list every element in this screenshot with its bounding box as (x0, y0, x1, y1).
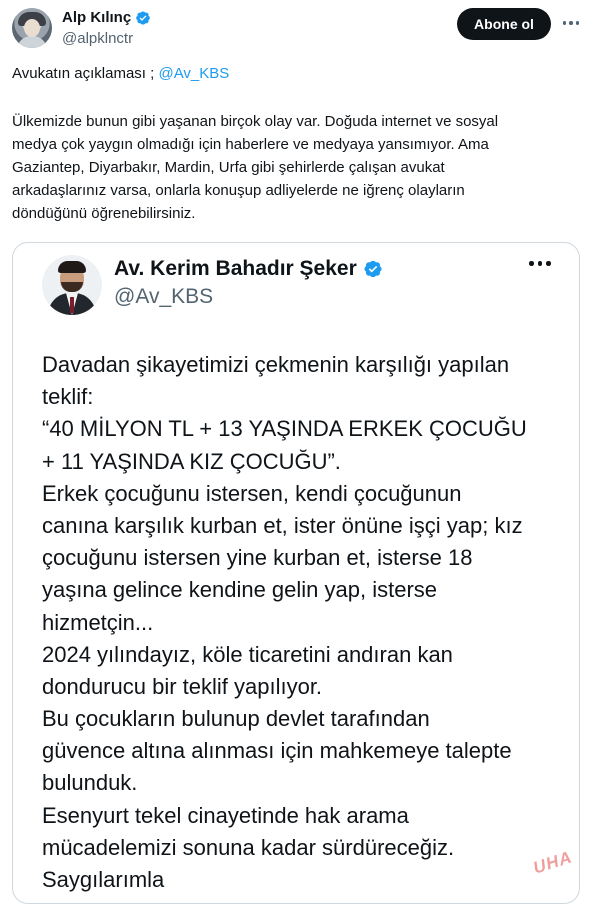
statement-line: Bu çocukların bulunup devlet tarafından (42, 706, 430, 732)
embedded-statement-text: Davadan şikayetimizi çekmenin karşılığı … (42, 349, 572, 896)
embedded-display-name: Av. Kerim Bahadır Şeker (114, 257, 357, 280)
statement-line: hizmetçin... (42, 609, 154, 635)
statement-line: Saygılarımla (42, 867, 165, 892)
tweet-body-line: arkadaşlarınız varsa, onlarla konuşup ad… (12, 182, 465, 199)
verified-badge-icon (136, 10, 151, 25)
embedded-author-avatar (42, 255, 102, 315)
embedded-name-row: Av. Kerim Bahadır Şeker (114, 257, 383, 281)
statement-line: Esenyurt tekel cinayetinde hak arama (42, 802, 409, 828)
author-name-row[interactable]: Alp Kılınç (62, 9, 151, 26)
statement-line: teklif: (42, 384, 94, 410)
tweet-body: Ülkemizde bunun gibi yaşanan birçok olay… (12, 110, 580, 225)
author-handle[interactable]: @alpklnctr (62, 30, 133, 47)
embedded-handle: @Av_KBS (114, 285, 214, 308)
statement-line: 2024 yılındayız, köle ticaretini andıran… (42, 641, 453, 667)
statement-line: “40 MİLYON TL + 13 YAŞINDA ERKEK ÇOCUĞU (42, 416, 527, 442)
tweet-header: Alp Kılınç @alpklnctr Abone ol (0, 0, 592, 60)
statement-line: güvence altına alınması için mahkemeye t… (42, 738, 512, 764)
statement-line: bulunduk. (42, 770, 138, 796)
tweet-body-line: döndüğünü öğrenebilirsiniz. (12, 205, 196, 222)
tweet-body-line: Gaziantep, Diyarbakır, Mardin, Urfa gibi… (12, 159, 445, 176)
statement-line: canına karşılık kurban et, ister önüne i… (42, 512, 523, 538)
follow-button[interactable]: Abone ol (457, 8, 551, 40)
more-options-button[interactable] (560, 12, 582, 34)
ellipsis-icon (562, 21, 580, 25)
author-avatar[interactable] (12, 8, 52, 48)
verified-badge-icon (364, 260, 382, 278)
tweet-intro-text: Avukatın açıklaması ; (12, 65, 159, 82)
statement-line: + 11 YAŞINDA KIZ ÇOCUĞU”. (42, 448, 341, 474)
embedded-screenshot-image[interactable]: Av. Kerim Bahadır Şeker @Av_KBS Davadan … (12, 242, 580, 904)
tweet-body-line: Ülkemizde bunun gibi yaşanan birçok olay… (12, 113, 499, 130)
statement-line: çocuğunu istersen yine kurban et, isters… (42, 545, 473, 571)
statement-line: mücadelemizi sonuna kadar sürdüreceğiz. (42, 834, 455, 860)
statement-line: Erkek çocuğunu istersen, kendi çocuğunun (42, 480, 462, 506)
mention-link[interactable]: @Av_KBS (158, 65, 229, 82)
statement-line: yaşına gelince kendine gelin yap, isters… (42, 577, 438, 603)
embedded-ellipsis-icon (529, 261, 551, 266)
tweet-body-line: medya çok yaygın olmadığı için haberlere… (12, 136, 489, 153)
statement-line: Davadan şikayetimizi çekmenin karşılığı … (42, 352, 510, 377)
statement-line: dondurucu bir teklif yapılıyor. (42, 673, 323, 699)
tweet-intro-line: Avukatın açıklaması ; @Av_KBS (12, 62, 580, 85)
author-display-name[interactable]: Alp Kılınç (62, 9, 131, 26)
